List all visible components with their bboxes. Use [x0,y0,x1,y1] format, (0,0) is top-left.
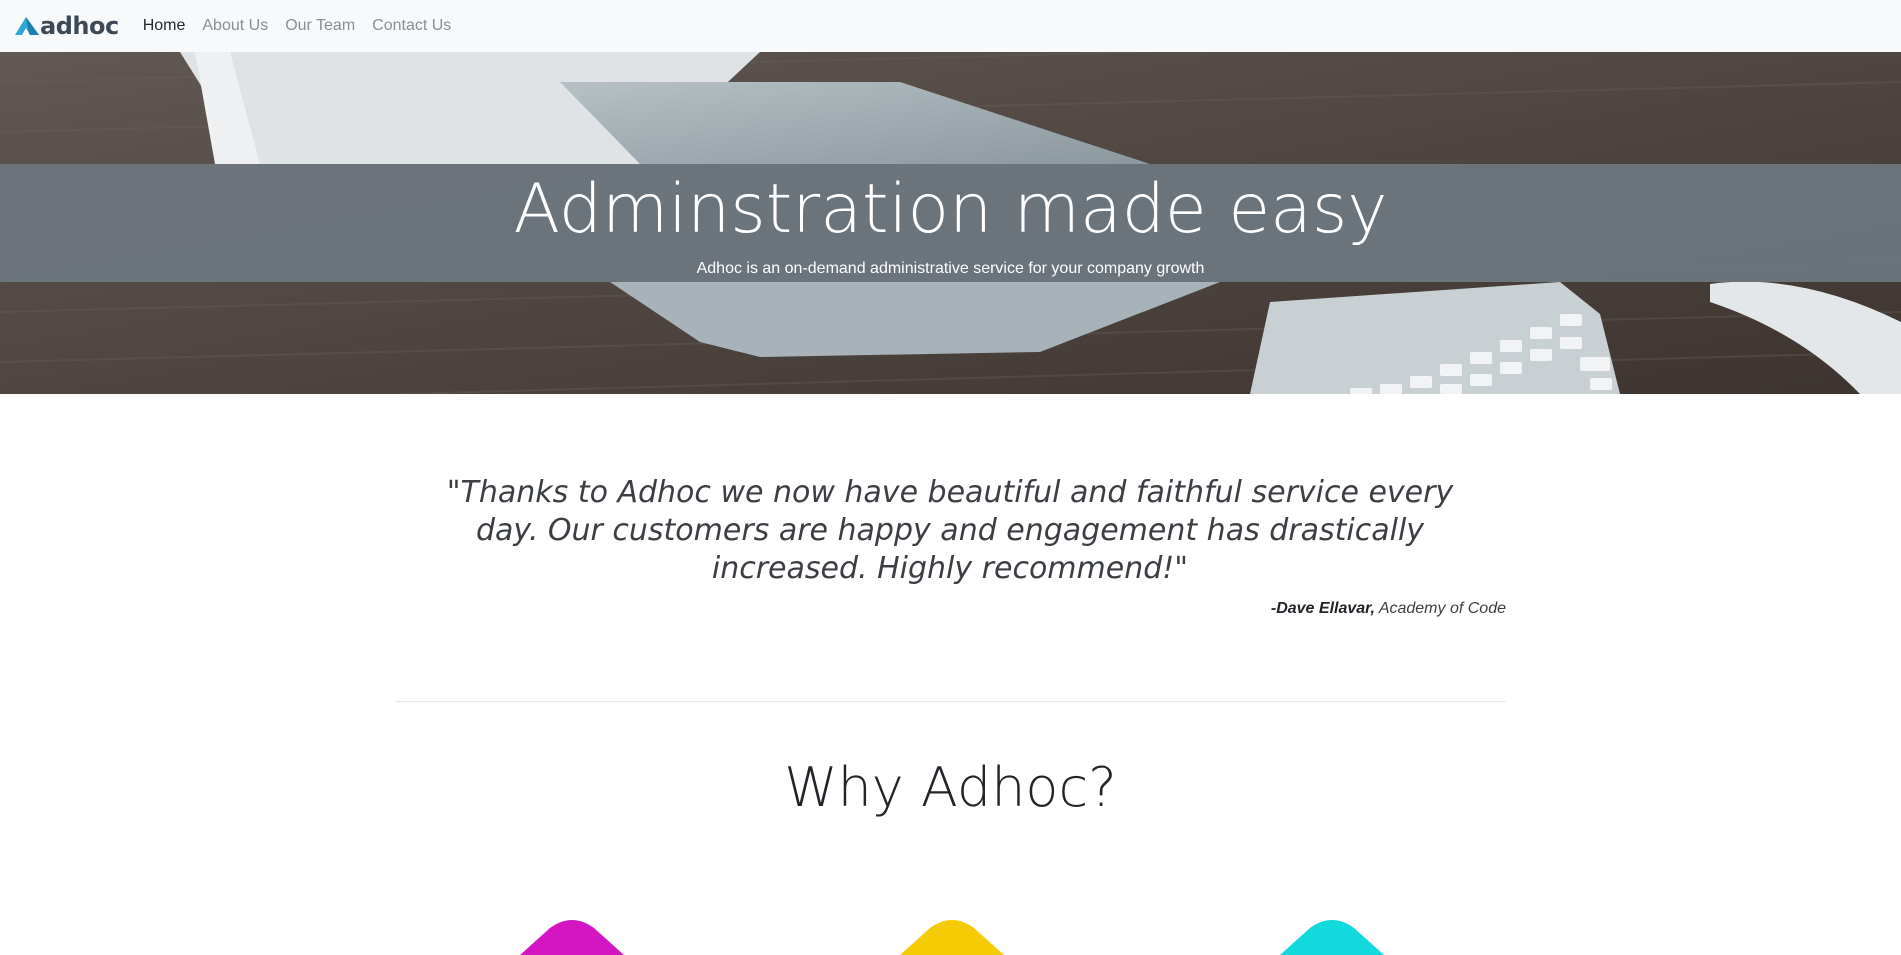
why-adhoc-heading: Why Adhoc? [784,756,1117,819]
nav-links: Home About Us Our Team Contact Us [143,17,469,35]
testimonial-author: -Dave Ellavar, [1270,600,1375,617]
yellow-shape-icon [900,920,1004,955]
brand-name: adhoc [40,12,119,40]
testimonial-attribution: -Dave Ellavar, Academy of Code [1000,600,1506,618]
hero-title: Adminstration made easy [513,170,1388,249]
mountain-logo-icon [15,17,39,35]
nav-our-team[interactable]: Our Team [285,17,355,35]
navbar: adhoc Home About Us Our Team Contact Us [0,0,1901,52]
brand-link[interactable]: adhoc [15,0,119,52]
section-divider [396,701,1506,702]
testimonial-quote: "Thanks to Adhoc we now have beautiful a… [446,475,1454,586]
nav-contact-us[interactable]: Contact Us [372,17,451,35]
cyan-shape-icon [1280,920,1384,955]
hero: Adminstration made easy Adhoc is an on-d… [0,52,1901,394]
hero-subtitle: Adhoc is an on-demand administrative ser… [696,260,1205,277]
testimonial-company: Academy of Code [1378,600,1506,617]
nav-home[interactable]: Home [143,17,186,35]
nav-about-us[interactable]: About Us [202,17,268,35]
magenta-shape-icon [520,920,624,955]
